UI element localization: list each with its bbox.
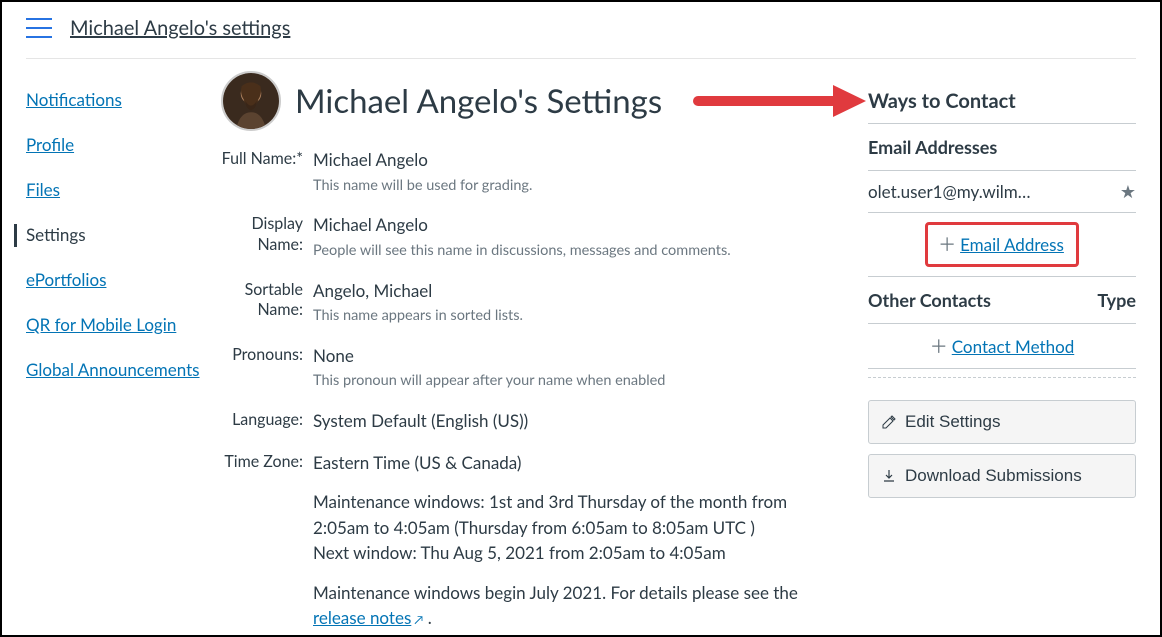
timezone-value: Eastern Time (US & Canada) xyxy=(313,450,848,476)
language-value: System Default (English (US)) xyxy=(313,408,848,434)
pronouns-value: None xyxy=(313,343,848,369)
sidebar-item-qr-login[interactable]: QR for Mobile Login xyxy=(26,314,221,337)
sortable-name-hint: This name appears in sorted lists. xyxy=(313,305,848,327)
notes-suffix: . xyxy=(423,607,431,628)
display-name-value: Michael Angelo xyxy=(313,212,848,238)
language-label: Language: xyxy=(221,402,313,444)
sidebar-item-files[interactable]: Files xyxy=(26,179,221,202)
download-submissions-label: Download Submissions xyxy=(905,466,1082,486)
maintenance-line2: Next window: Thu Aug 5, 2021 from 2:05am… xyxy=(313,542,726,563)
download-submissions-button[interactable]: Download Submissions xyxy=(868,454,1136,498)
email-value: olet.user1@my.wilm… xyxy=(868,181,1031,202)
download-icon xyxy=(881,468,897,484)
star-icon[interactable]: ★ xyxy=(1120,180,1136,203)
timezone-label: Time Zone: xyxy=(221,444,313,637)
avatar[interactable] xyxy=(221,71,281,131)
sidebar: Notifications Profile Files Settings ePo… xyxy=(26,89,221,637)
add-email-link[interactable]: Email Address xyxy=(960,234,1064,255)
pronouns-hint: This pronoun will appear after your name… xyxy=(313,370,848,392)
full-name-hint: This name will be used for grading. xyxy=(313,175,848,197)
sortable-name-value: Angelo, Michael xyxy=(313,278,848,304)
add-contact-link[interactable]: Contact Method xyxy=(952,336,1074,357)
ways-to-contact-title: Ways to Contact xyxy=(868,89,1136,124)
maintenance-line1: Maintenance windows: 1st and 3rd Thursda… xyxy=(313,491,787,538)
pronouns-label: Pronouns: xyxy=(221,337,313,402)
right-column: Ways to Contact Email Addresses olet.use… xyxy=(868,89,1136,637)
full-name-value: Michael Angelo xyxy=(313,147,848,173)
sidebar-item-settings[interactable]: Settings xyxy=(14,224,221,247)
other-contacts-header: Other Contacts Type xyxy=(868,276,1136,324)
pencil-icon xyxy=(881,414,897,430)
edit-settings-button[interactable]: Edit Settings xyxy=(868,400,1136,444)
email-addresses-header: Email Addresses xyxy=(868,124,1136,171)
sidebar-item-eportfolios[interactable]: ePortfolios xyxy=(26,269,221,292)
sidebar-item-profile[interactable]: Profile xyxy=(26,134,221,157)
display-name-label: DisplayName: xyxy=(221,206,313,271)
plus-icon: ＋ xyxy=(938,231,956,257)
external-link-icon: ↗ xyxy=(411,612,423,627)
release-notes-link[interactable]: release notes xyxy=(313,607,411,628)
sidebar-item-global-announcements[interactable]: Global Announcements xyxy=(26,359,221,382)
sidebar-item-notifications[interactable]: Notifications xyxy=(26,89,221,112)
full-name-label: Full Name:* xyxy=(221,141,313,206)
breadcrumb[interactable]: Michael Angelo's settings xyxy=(70,16,290,40)
topbar: Michael Angelo's settings xyxy=(26,16,1136,59)
display-name-hint: People will see this name in discussions… xyxy=(313,240,848,262)
page-title: Michael Angelo's Settings xyxy=(295,81,662,121)
notes-prefix: Maintenance windows begin July 2021. For… xyxy=(313,582,798,603)
edit-settings-label: Edit Settings xyxy=(905,412,1000,432)
main-content: Michael Angelo's Settings Full Name:* Mi… xyxy=(221,89,868,637)
plus-icon: ＋ xyxy=(930,333,948,359)
add-email-highlight: ＋Email Address xyxy=(925,222,1079,267)
hamburger-menu-icon[interactable] xyxy=(26,18,52,38)
email-row[interactable]: olet.user1@my.wilm… ★ xyxy=(868,171,1136,213)
sortable-name-label: SortableName: xyxy=(221,272,313,337)
dashed-separator xyxy=(868,377,1136,378)
arrow-annotation-icon xyxy=(688,81,868,121)
type-header: Type xyxy=(1097,289,1136,311)
